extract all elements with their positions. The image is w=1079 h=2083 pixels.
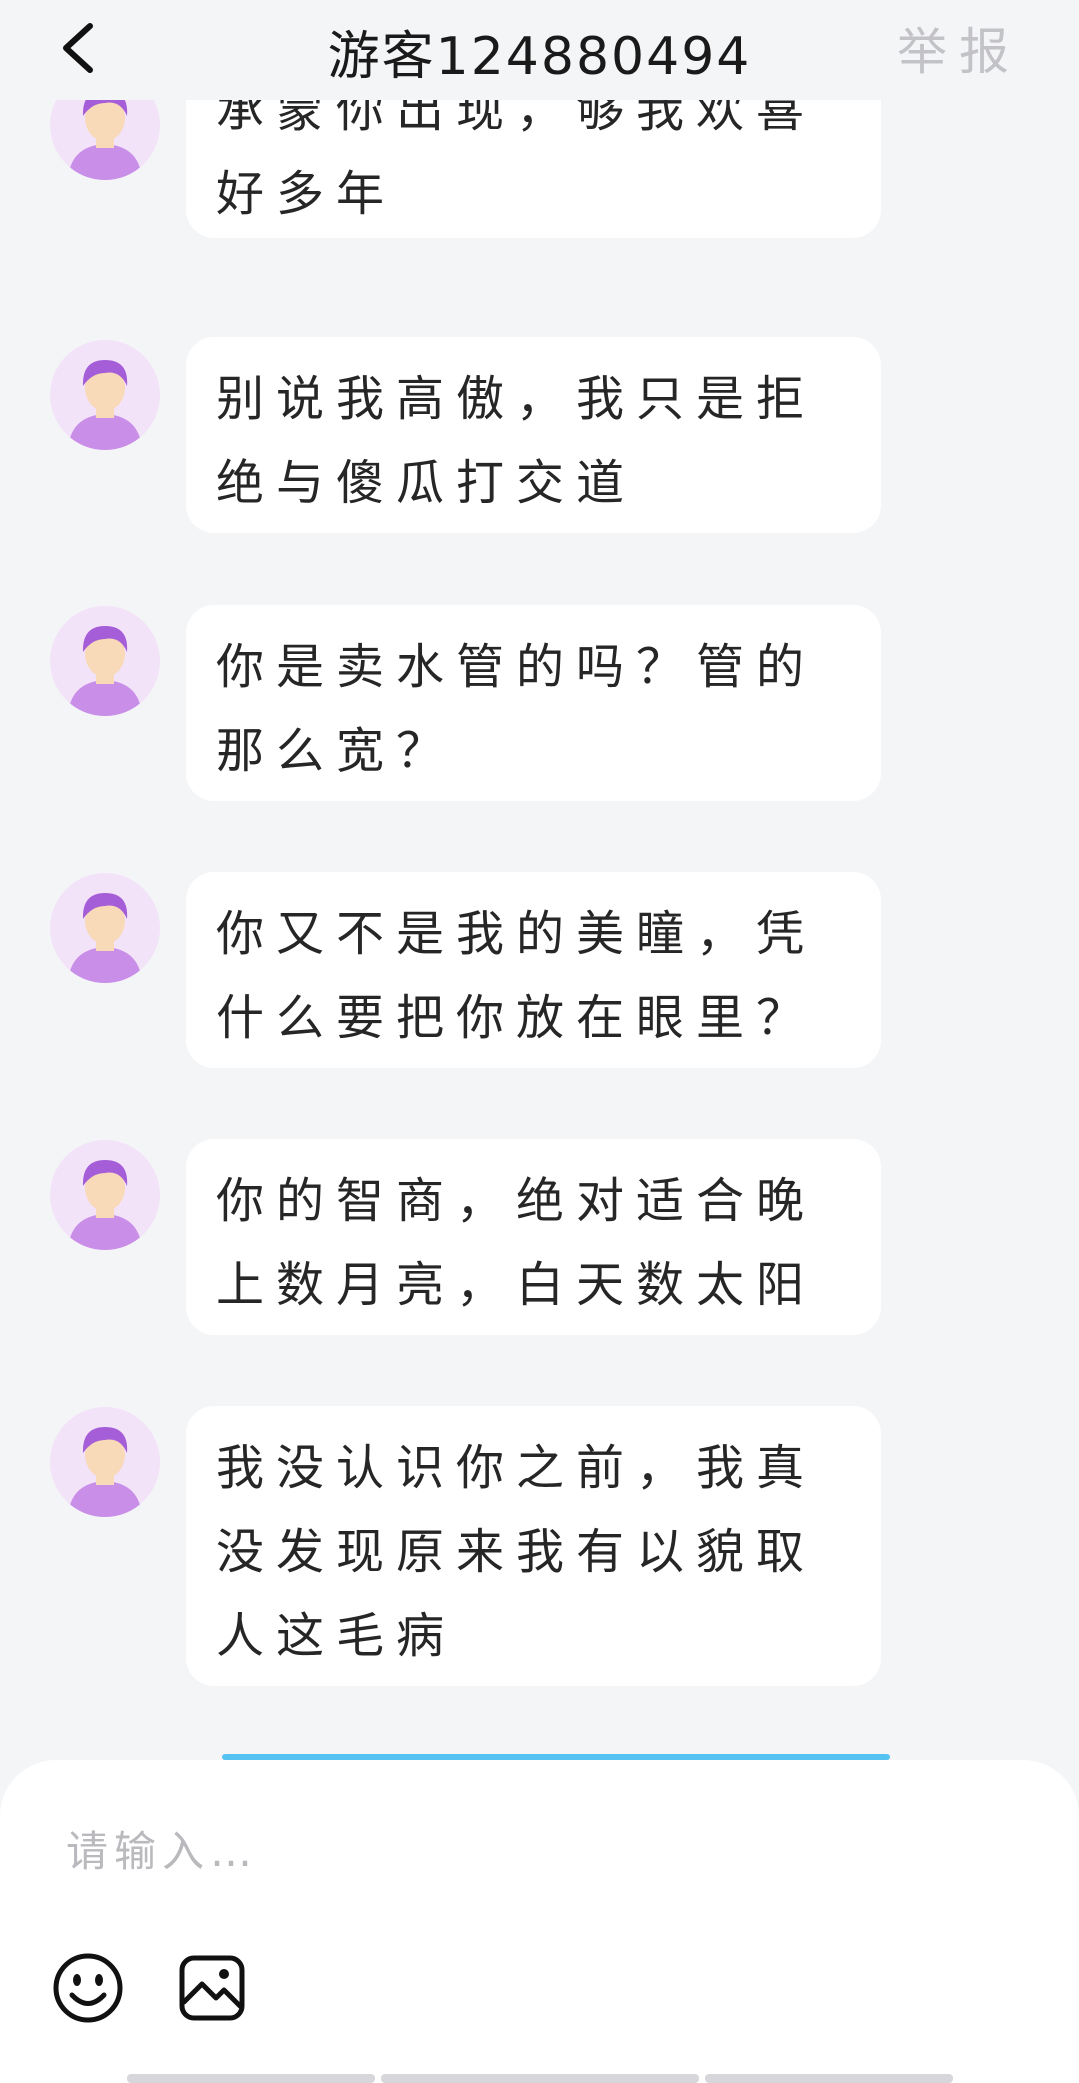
avatar[interactable] xyxy=(50,1140,160,1250)
home-indicator-segment xyxy=(705,2074,953,2083)
composer-panel xyxy=(0,1760,1079,2083)
message-bubble: 你是卖水管的吗？管的那么宽？ xyxy=(186,605,881,801)
top-bar: 游客124880494 举报 xyxy=(0,0,1079,100)
avatar[interactable] xyxy=(50,873,160,983)
chat-scroll-area[interactable]: 承蒙你出现，够我欢喜好多年 别说我高傲，我只是拒绝与傻瓜打交道 你是卖水管的吗？… xyxy=(0,0,1079,1760)
emoji-button[interactable] xyxy=(50,1950,126,2026)
image-icon xyxy=(174,1955,250,2030)
message-bubble: 你的智商，绝对适合晚上数月亮，白天数太阳 xyxy=(186,1139,881,1335)
avatar[interactable] xyxy=(50,1407,160,1517)
image-button[interactable] xyxy=(174,1950,250,2026)
home-indicator-segment xyxy=(127,2074,375,2083)
avatar[interactable] xyxy=(50,340,160,450)
avatar[interactable] xyxy=(50,606,160,716)
message-input[interactable] xyxy=(66,1816,966,1886)
emoji-icon xyxy=(50,1953,126,2030)
message-bubble: 你又不是我的美瞳，凭什么要把你放在眼里？ xyxy=(186,872,881,1068)
message-bubble: 我没认识你之前，我真没发现原来我有以貌取人这毛病 xyxy=(186,1406,881,1686)
home-indicator-segment xyxy=(381,2074,699,2083)
message-bubble: 别说我高傲，我只是拒绝与傻瓜打交道 xyxy=(186,337,881,533)
report-button[interactable]: 举报 xyxy=(897,12,1021,84)
